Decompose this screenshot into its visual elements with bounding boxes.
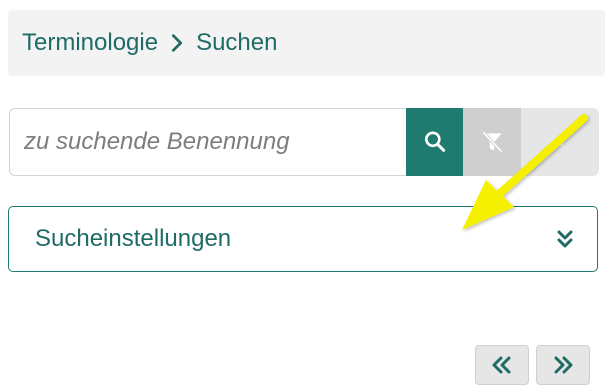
breadcrumb-item-terminologie[interactable]: Terminologie (22, 29, 158, 57)
search-settings-toggle[interactable]: Sucheinstellungen (8, 206, 598, 272)
chevrons-down-icon (557, 230, 573, 248)
page: Terminologie Suchen Such (0, 0, 616, 390)
search-settings-label: Sucheinstellungen (35, 225, 232, 252)
filter-off-icon (482, 131, 503, 153)
next-page-button[interactable] (536, 345, 590, 385)
search-icon (424, 131, 445, 152)
pager (468, 345, 590, 385)
search-button[interactable] (406, 108, 463, 176)
chevrons-right-icon (554, 356, 573, 374)
breadcrumb: Terminologie Suchen (8, 10, 605, 76)
search-input[interactable] (9, 108, 406, 176)
search-group (9, 108, 599, 176)
breadcrumb-item-suchen: Suchen (196, 29, 278, 56)
chevron-right-icon (172, 34, 183, 52)
clear-filter-button[interactable] (463, 108, 521, 176)
previous-page-button[interactable] (475, 345, 529, 385)
chevrons-left-icon (492, 356, 511, 374)
collapse-button[interactable] (521, 108, 599, 176)
caret-left-icon (556, 136, 563, 148)
